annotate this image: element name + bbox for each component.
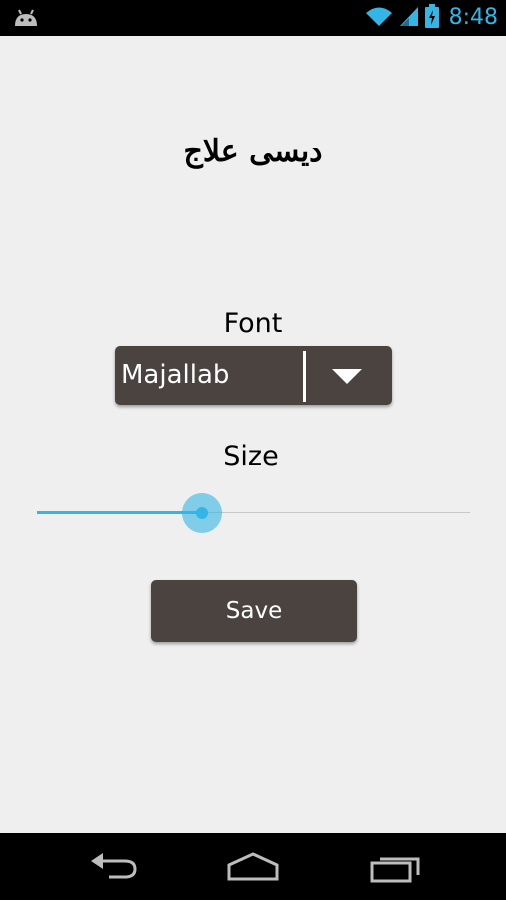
status-icons: 8:48 [365,0,498,36]
dropdown-divider [303,351,306,402]
wifi-icon [365,5,393,31]
main-content: دیسی علاج Font Majallab Size Save [0,36,506,833]
android-icon [12,8,40,28]
chevron-down-icon[interactable] [332,369,362,384]
navigation-bar [0,833,506,900]
font-dropdown[interactable]: Majallab [115,346,392,405]
recent-apps-icon[interactable] [368,851,424,883]
save-button[interactable]: Save [151,580,357,642]
back-icon[interactable] [85,851,141,883]
battery-charging-icon [424,4,439,32]
size-label: Size [223,441,279,472]
screen: 8:48 دیسی علاج Font Majallab Size Save [0,0,506,900]
font-dropdown-value: Majallab [121,360,230,390]
size-slider-thumb-dot[interactable] [195,507,208,519]
status-bar: 8:48 [0,0,506,36]
status-time: 8:48 [448,5,498,30]
home-icon[interactable] [225,851,281,883]
signal-icon [399,5,419,31]
font-label: Font [223,308,283,339]
app-title: دیسی علاج [183,134,323,169]
size-slider-fill [37,511,202,514]
